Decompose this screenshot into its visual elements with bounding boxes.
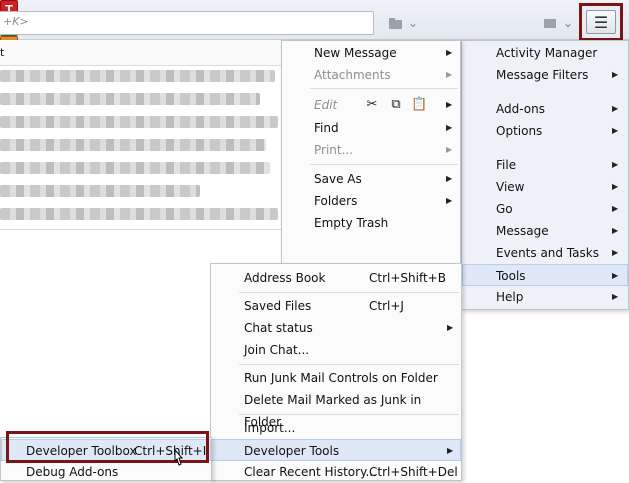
mouse-cursor-icon (174, 449, 184, 466)
menu-item-options[interactable]: Options ▶ (462, 120, 628, 142)
menu-item-add-ons[interactable]: Add-ons ▶ (462, 98, 628, 120)
menu-item-attachments[interactable]: Attachments ▶ (282, 64, 460, 86)
menu-item-folders[interactable]: Folders ▶ (282, 190, 460, 212)
list-item[interactable] (0, 162, 270, 174)
hamburger-menu-icon: ☰ (593, 12, 609, 32)
chevron-right-icon: ▶ (446, 145, 453, 154)
chevron-right-icon: ▶ (446, 196, 453, 205)
menu-separator (310, 164, 458, 165)
chevron-right-icon: ▶ (612, 182, 619, 191)
tag-icon (544, 19, 556, 28)
menu-item-import[interactable]: Import... (211, 417, 461, 439)
menu-item-find[interactable]: Find ▶ (282, 117, 460, 139)
menu-item-join-chat[interactable]: Join Chat... (211, 339, 461, 361)
menu-item-message[interactable]: Message ▶ (462, 220, 628, 242)
app-menu-main: New Message ▶ Attachments ▶ Edit ✂ ⧉ 📋 ▶ F… (281, 40, 461, 264)
hamburger-menu-button[interactable]: ☰ (586, 10, 616, 34)
highlight-frame-menu: ☰ (579, 3, 623, 41)
main-toolbar: +K> ⌄ T P S ⌄ ☰ (0, 0, 629, 54)
menu-item-address-book[interactable]: Address Book Ctrl+Shift+B (211, 267, 461, 289)
chevron-down-icon: ⌄ (408, 16, 419, 30)
menu-separator (239, 292, 459, 293)
list-item[interactable] (0, 139, 266, 151)
menu-item-edit[interactable]: Edit ✂ ⧉ 📋 ▶ (282, 94, 460, 116)
menu-separator (239, 414, 459, 415)
chevron-right-icon: ▶ (447, 446, 454, 455)
chevron-right-icon: ▶ (612, 104, 619, 113)
menu-item-delete-junk-mail[interactable]: Delete Mail Marked as Junk in Folder (211, 389, 461, 429)
chevron-right-icon: ▶ (446, 48, 453, 57)
chevron-down-icon: ⌄ (563, 16, 574, 30)
copy-icon[interactable]: ⧉ (388, 97, 404, 113)
app-menu: Activity Manager Message Filters ▶ Add-on… (461, 40, 629, 310)
menu-item-print[interactable]: Print... ▶ (282, 139, 460, 161)
menu-item-chat-status[interactable]: Chat status ▶ (211, 317, 461, 339)
chevron-right-icon: ▶ (447, 323, 454, 332)
chevron-right-icon: ▶ (612, 248, 619, 257)
folder-icon (389, 18, 402, 29)
list-item[interactable] (0, 70, 275, 82)
menu-separator (310, 88, 458, 89)
menu-item-file[interactable]: File ▶ (462, 154, 628, 176)
list-item[interactable] (0, 185, 200, 197)
menu-item-clear-recent-history[interactable]: Clear Recent History... Ctrl+Shift+Del (211, 461, 461, 483)
chevron-right-icon: ▶ (612, 204, 619, 213)
menu-separator (239, 364, 459, 365)
menu-item-new-message[interactable]: New Message ▶ (282, 42, 460, 64)
scissors-icon[interactable]: ✂ (364, 97, 380, 113)
menu-item-help[interactable]: Help ▶ (462, 286, 628, 308)
paste-icon[interactable]: 📋 (411, 97, 427, 113)
list-item[interactable] (0, 208, 278, 220)
column-header[interactable]: t (0, 40, 281, 66)
menu-item-saved-files[interactable]: Saved Files Ctrl+J (211, 295, 461, 317)
menu-item-run-junk-mail-controls[interactable]: Run Junk Mail Controls on Folder (211, 367, 461, 389)
chevron-right-icon: ▶ (612, 126, 619, 135)
search-input[interactable]: +K> (0, 11, 374, 35)
menu-item-save-as[interactable]: Save As ▶ (282, 168, 460, 190)
menu-item-empty-trash[interactable]: Empty Trash (282, 212, 460, 234)
menu-item-events-and-tasks[interactable]: Events and Tasks ▶ (462, 242, 628, 264)
list-item[interactable] (0, 93, 260, 105)
menu-item-activity-manager[interactable]: Activity Manager (462, 42, 628, 64)
menu-item-message-filters[interactable]: Message Filters ▶ (462, 64, 628, 86)
chevron-right-icon: ▶ (446, 123, 453, 132)
folder-dropdown-button[interactable]: ⌄ (388, 12, 422, 34)
list-item[interactable] (0, 116, 278, 128)
tag-dropdown-button[interactable]: ⌄ (543, 12, 577, 34)
chevron-right-icon: ▶ (446, 70, 453, 79)
menu-item-view[interactable]: View ▶ (462, 176, 628, 198)
chevron-right-icon: ▶ (612, 226, 619, 235)
chevron-right-icon: ▶ (612, 292, 619, 301)
chevron-right-icon: ▶ (612, 160, 619, 169)
chevron-right-icon: ▶ (612, 271, 619, 280)
chevron-right-icon: ▶ (446, 174, 453, 183)
menu-item-developer-tools[interactable]: Developer Tools ▶ (211, 439, 461, 461)
tools-submenu: Address Book Ctrl+Shift+B Saved Files Ctrl… (210, 263, 462, 481)
menu-item-go[interactable]: Go ▶ (462, 198, 628, 220)
message-list: t (0, 40, 281, 230)
chevron-right-icon: ▶ (446, 100, 453, 109)
chevron-right-icon: ▶ (612, 70, 619, 79)
menu-item-tools[interactable]: Tools ▶ (462, 264, 628, 286)
